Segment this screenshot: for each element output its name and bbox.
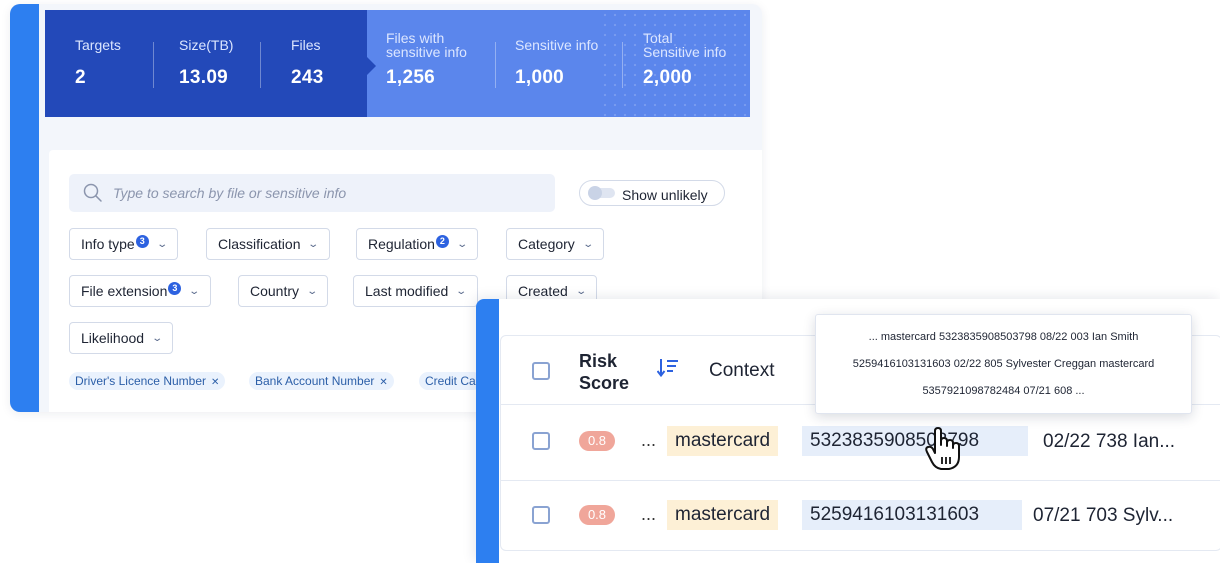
chevron-down-icon: ⌄ bbox=[575, 285, 587, 297]
stats-group-scope: Targets 2 Size(TB) 13.09 Files 243 bbox=[45, 10, 367, 117]
header-text-line1: Risk bbox=[579, 351, 618, 371]
row-checkbox[interactable] bbox=[532, 432, 550, 450]
stat-value: 2,000 bbox=[643, 67, 693, 88]
filter-label: Info type bbox=[81, 236, 135, 252]
accent-bar bbox=[10, 4, 39, 412]
tooltip-line: ... mastercard 5323835908503798 08/22 00… bbox=[868, 331, 1139, 343]
header-text-line2: Score bbox=[579, 373, 630, 393]
filter-label: Created bbox=[518, 283, 568, 299]
sort-icon[interactable] bbox=[657, 358, 679, 378]
filter-regulation[interactable]: Regulation 2 ⌄ bbox=[356, 228, 479, 260]
stat-sensitive: Sensitive info 1,000 bbox=[496, 10, 622, 117]
hand-cursor-icon bbox=[925, 427, 960, 470]
stat-label: Files with sensitive info bbox=[386, 31, 495, 59]
search-input[interactable]: Type to search by file or sensitive info bbox=[69, 174, 555, 212]
context-match[interactable]: 5259416103131603 bbox=[802, 500, 1022, 530]
filter-label: Classification bbox=[218, 236, 301, 252]
risk-score-badge: 0.8 bbox=[579, 505, 615, 525]
close-icon[interactable]: ✕ bbox=[379, 377, 387, 388]
context-ellipsis: ... bbox=[641, 504, 657, 524]
tag-label: Credit Ca bbox=[425, 374, 476, 388]
chevron-down-icon: ⌄ bbox=[151, 332, 164, 344]
stat-value: 243 bbox=[291, 67, 324, 88]
stat-targets: Targets 2 bbox=[45, 10, 153, 117]
context-rest: 02/22 738 Ian... bbox=[1043, 431, 1176, 452]
toggle-label: Show unlikely bbox=[622, 187, 708, 203]
stat-label: Size(TB) bbox=[179, 37, 234, 53]
stat-label-line2: sensitive info bbox=[386, 44, 467, 60]
context-keyword: mastercard bbox=[667, 500, 779, 530]
filter-info-type[interactable]: Info type 3 ⌄ bbox=[69, 228, 179, 260]
stat-total-sensitive: Total Sensitive info 2,000 bbox=[623, 10, 743, 117]
accent-bar bbox=[476, 299, 499, 563]
stat-label: Targets bbox=[75, 37, 121, 53]
column-header-context[interactable]: Context bbox=[709, 360, 774, 382]
stats-group-sensitive: Files with sensitive info 1,256 Sensitive… bbox=[367, 10, 750, 117]
row-divider bbox=[501, 480, 1220, 481]
chevron-down-icon: ⌄ bbox=[456, 238, 469, 250]
filter-count-badge: 3 bbox=[168, 281, 182, 295]
search-icon bbox=[83, 183, 102, 202]
stat-label: Files bbox=[291, 37, 321, 53]
context-keyword: mastercard bbox=[667, 426, 779, 456]
chevron-down-icon: ⌄ bbox=[307, 238, 320, 250]
stats-bar: Targets 2 Size(TB) 13.09 Files 243 Files… bbox=[45, 10, 750, 117]
active-filter-tag[interactable]: Bank Account Number ✕ bbox=[249, 372, 394, 390]
stat-files-sensitive: Files with sensitive info 1,256 bbox=[367, 10, 495, 117]
filter-label: Regulation bbox=[368, 236, 435, 252]
active-filter-tag[interactable]: Driver's Licence Number ✕ bbox=[69, 372, 226, 390]
filter-category[interactable]: Category ⌄ bbox=[506, 228, 605, 260]
show-unlikely-toggle[interactable]: Show unlikely bbox=[579, 180, 725, 206]
filter-label: Likelihood bbox=[81, 330, 145, 346]
filter-classification[interactable]: Classification ⌄ bbox=[206, 228, 330, 260]
column-header-risk-score[interactable]: Risk Score bbox=[579, 350, 629, 394]
stat-value: 1,000 bbox=[515, 67, 565, 88]
active-filter-tag[interactable]: Credit Ca bbox=[419, 372, 482, 390]
context-tooltip: ... mastercard 5323835908503798 08/22 00… bbox=[815, 314, 1192, 414]
chevron-down-icon: ⌄ bbox=[306, 285, 319, 297]
stat-label: Total Sensitive info bbox=[643, 31, 743, 59]
chevron-down-icon: ⌄ bbox=[455, 285, 468, 297]
filter-file-extension[interactable]: File extension 3 ⌄ bbox=[69, 275, 211, 307]
tooltip-line: 5259416103131603 02/22 805 Sylvester Cre… bbox=[852, 358, 1155, 370]
tag-label: Driver's Licence Number bbox=[75, 374, 206, 388]
search-placeholder: Type to search by file or sensitive info bbox=[113, 185, 347, 201]
close-icon[interactable]: ✕ bbox=[211, 377, 219, 388]
stat-label-line2: Sensitive info bbox=[643, 44, 727, 60]
filter-country[interactable]: Country ⌄ bbox=[238, 275, 329, 307]
filter-likelihood[interactable]: Likelihood ⌄ bbox=[69, 322, 174, 354]
filter-label: Last modified bbox=[365, 283, 449, 299]
stat-files: Files 243 bbox=[261, 10, 361, 117]
tooltip-line: 5357921098782484 07/21 608 ... bbox=[922, 385, 1085, 397]
stat-value: 1,256 bbox=[386, 67, 436, 88]
filter-label: Country bbox=[250, 283, 300, 299]
chevron-down-icon: ⌄ bbox=[156, 238, 168, 250]
filter-count-badge: 3 bbox=[135, 234, 149, 248]
stat-value: 13.09 bbox=[179, 67, 229, 88]
chevron-down-icon: ⌄ bbox=[582, 238, 594, 250]
stat-size: Size(TB) 13.09 bbox=[154, 10, 260, 117]
context-match[interactable]: 5323835908503798 bbox=[802, 426, 1028, 456]
context-ellipsis: ... bbox=[641, 430, 657, 450]
row-checkbox[interactable] bbox=[532, 506, 550, 524]
filter-label: File extension bbox=[81, 283, 168, 299]
filter-last-modified[interactable]: Last modified ⌄ bbox=[353, 275, 478, 307]
tag-label: Bank Account Number bbox=[255, 374, 375, 388]
toggle-knob bbox=[588, 186, 602, 200]
risk-score-badge: 0.8 bbox=[579, 431, 615, 451]
filter-count-badge: 2 bbox=[435, 234, 449, 248]
stat-label: Sensitive info bbox=[515, 37, 599, 53]
select-all-checkbox[interactable] bbox=[532, 362, 550, 380]
context-rest: 07/21 703 Sylv... bbox=[1033, 505, 1174, 526]
stat-value: 2 bbox=[75, 67, 86, 88]
filter-label: Category bbox=[518, 236, 575, 252]
chevron-down-icon: ⌄ bbox=[188, 285, 201, 297]
